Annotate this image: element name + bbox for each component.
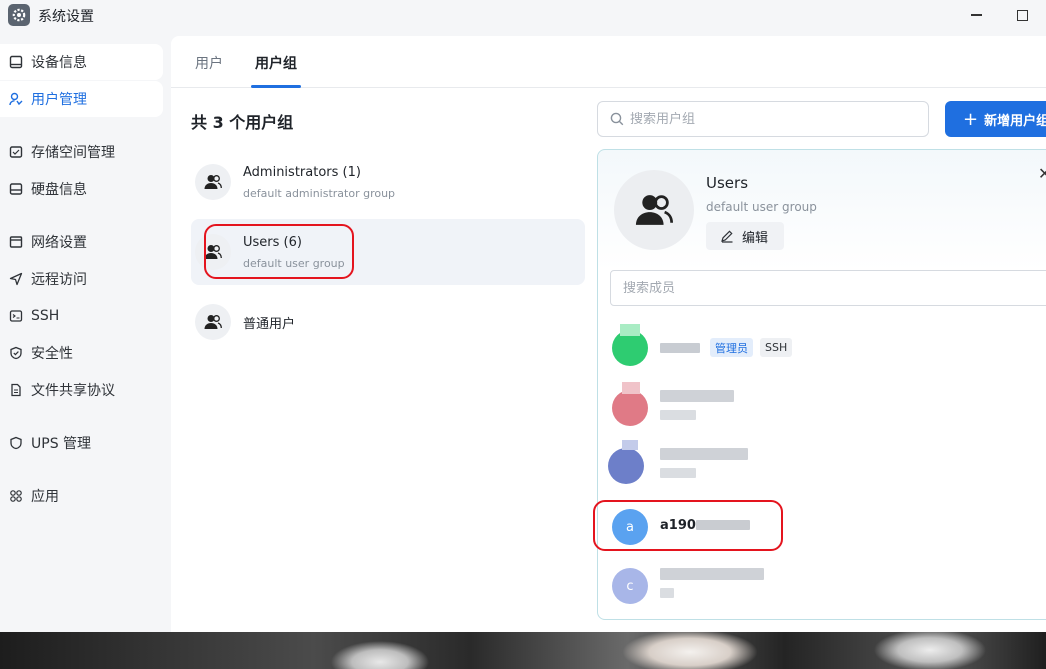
sidebar-item-security[interactable]: 安全性: [0, 335, 163, 371]
main-panel: 用户 用户组 共 3 个用户组 Administrators (1) defau…: [171, 36, 1046, 632]
sidebar-item-label: 存储空间管理: [31, 145, 115, 161]
group-name: 普通用户: [243, 317, 296, 332]
edit-group-button[interactable]: 编辑: [706, 222, 784, 250]
sidebar-item-label: 安全性: [31, 346, 73, 362]
member-row[interactable]: [612, 382, 1042, 434]
group-detail-panel: ✕ Users default user group 编辑 管理员 SSH: [597, 149, 1046, 620]
disk-icon: [8, 181, 24, 197]
sidebar-item-label: SSH: [31, 308, 60, 324]
desktop-wallpaper: [0, 632, 1046, 669]
tab-bar: 用户 用户组: [171, 36, 1046, 88]
sidebar-item-label: 设备信息: [31, 55, 87, 71]
sidebar-item-label: 网络设置: [31, 235, 87, 251]
avatar: [608, 448, 644, 484]
sidebar-item-device-info[interactable]: 设备信息: [0, 44, 163, 80]
sidebar-item-label: 硬盘信息: [31, 182, 87, 198]
group-desc: default administrator group: [243, 187, 396, 200]
minimize-icon: [970, 14, 982, 16]
member-search-box[interactable]: [610, 270, 1046, 306]
sidebar-item-label: 用户管理: [31, 92, 87, 108]
shield-icon: [8, 345, 24, 361]
close-icon[interactable]: ✕: [1038, 164, 1046, 183]
group-item-administrators[interactable]: Administrators (1) default administrator…: [191, 149, 585, 215]
users-icon: [8, 91, 24, 107]
sidebar-item-apps[interactable]: 应用: [0, 478, 163, 514]
member-desc-redacted: [660, 468, 696, 478]
apps-icon: [8, 488, 24, 504]
member-name-redacted: [660, 390, 734, 402]
member-name-redacted: [660, 343, 700, 353]
maximize-button[interactable]: [1008, 4, 1036, 26]
window-title: 系统设置: [38, 9, 94, 25]
group-icon: [195, 164, 231, 200]
sidebar-item-ups[interactable]: UPS 管理: [0, 425, 163, 461]
member-name-redacted: [660, 568, 764, 580]
avatar: [622, 440, 638, 450]
tab-users[interactable]: 用户: [195, 53, 223, 73]
group-item-regular-users[interactable]: 普通用户: [191, 289, 585, 355]
minimize-button[interactable]: [962, 4, 990, 26]
member-row[interactable]: 管理员 SSH: [612, 322, 1042, 374]
avatar: [612, 390, 648, 426]
active-tab-indicator: [251, 85, 301, 88]
member-row[interactable]: c: [612, 560, 1042, 612]
avatar: [622, 382, 640, 394]
badge-admin: 管理员: [710, 338, 753, 357]
detail-group-desc: default user group: [706, 200, 817, 214]
sidebar-item-ssh[interactable]: SSH: [0, 298, 163, 334]
group-desc: default user group: [243, 257, 345, 270]
member-search-input[interactable]: [623, 280, 1023, 296]
add-group-label: 新增用户组: [984, 113, 1046, 129]
sidebar-item-file-sharing[interactable]: 文件共享协议: [0, 372, 163, 408]
plus-icon: +: [963, 108, 979, 130]
maximize-icon: [1016, 9, 1028, 21]
sidebar-item-label: 文件共享协议: [31, 383, 115, 399]
group-item-users[interactable]: Users (6) default user group: [191, 219, 585, 285]
member-row[interactable]: a a190: [612, 501, 1042, 553]
group-search-input[interactable]: [630, 111, 910, 127]
member-name-redacted: [696, 520, 750, 530]
group-icon: [614, 170, 694, 250]
add-group-button[interactable]: + 新增用户组: [945, 101, 1046, 137]
group-icon: [195, 234, 231, 270]
sidebar-item-remote-access[interactable]: 远程访问: [0, 261, 163, 297]
edit-label: 编辑: [742, 230, 769, 246]
sidebar-item-label: 远程访问: [31, 272, 87, 288]
tab-user-groups[interactable]: 用户组: [255, 53, 297, 73]
terminal-icon: [8, 308, 24, 324]
sidebar-item-label: 应用: [31, 489, 59, 505]
avatar: c: [612, 568, 648, 604]
title-bar: 系统设置: [0, 0, 1046, 32]
pencil-icon: [721, 230, 733, 243]
sidebar-item-user-management[interactable]: 用户管理: [0, 81, 163, 117]
member-name-redacted: [660, 448, 748, 460]
group-count-title: 共 3 个用户组: [191, 113, 294, 132]
search-icon: [610, 112, 624, 126]
group-name: Users (6): [243, 235, 302, 250]
send-icon: [8, 271, 24, 287]
sidebar: 设备信息 用户管理 存储空间管理 硬盘信息 网络设置 远程访问 SSH 安全性: [0, 36, 170, 632]
file-icon: [8, 382, 24, 398]
avatar: a: [612, 509, 648, 545]
group-name: Administrators (1): [243, 165, 361, 180]
member-row[interactable]: [608, 440, 1042, 492]
settings-window: 系统设置 设备信息 用户管理 存储空间管理 硬盘信息 网络设置 远程访问 SSH…: [0, 0, 1046, 632]
network-icon: [8, 234, 24, 250]
detail-group-name: Users: [706, 174, 749, 192]
group-icon: [195, 304, 231, 340]
badge-ssh: SSH: [760, 338, 793, 357]
avatar: [620, 324, 640, 336]
group-search-box[interactable]: [597, 101, 929, 137]
member-desc-redacted: [660, 588, 674, 598]
gear-icon: [8, 4, 30, 26]
ups-shield-icon: [8, 435, 24, 451]
sidebar-item-storage[interactable]: 存储空间管理: [0, 134, 163, 170]
monitor-icon: [8, 54, 24, 70]
member-name: a190: [660, 518, 696, 533]
sidebar-item-disk-info[interactable]: 硬盘信息: [0, 171, 163, 207]
sidebar-item-network[interactable]: 网络设置: [0, 224, 163, 260]
member-desc-redacted: [660, 410, 696, 420]
storage-icon: [8, 144, 24, 160]
sidebar-item-label: UPS 管理: [31, 436, 92, 452]
